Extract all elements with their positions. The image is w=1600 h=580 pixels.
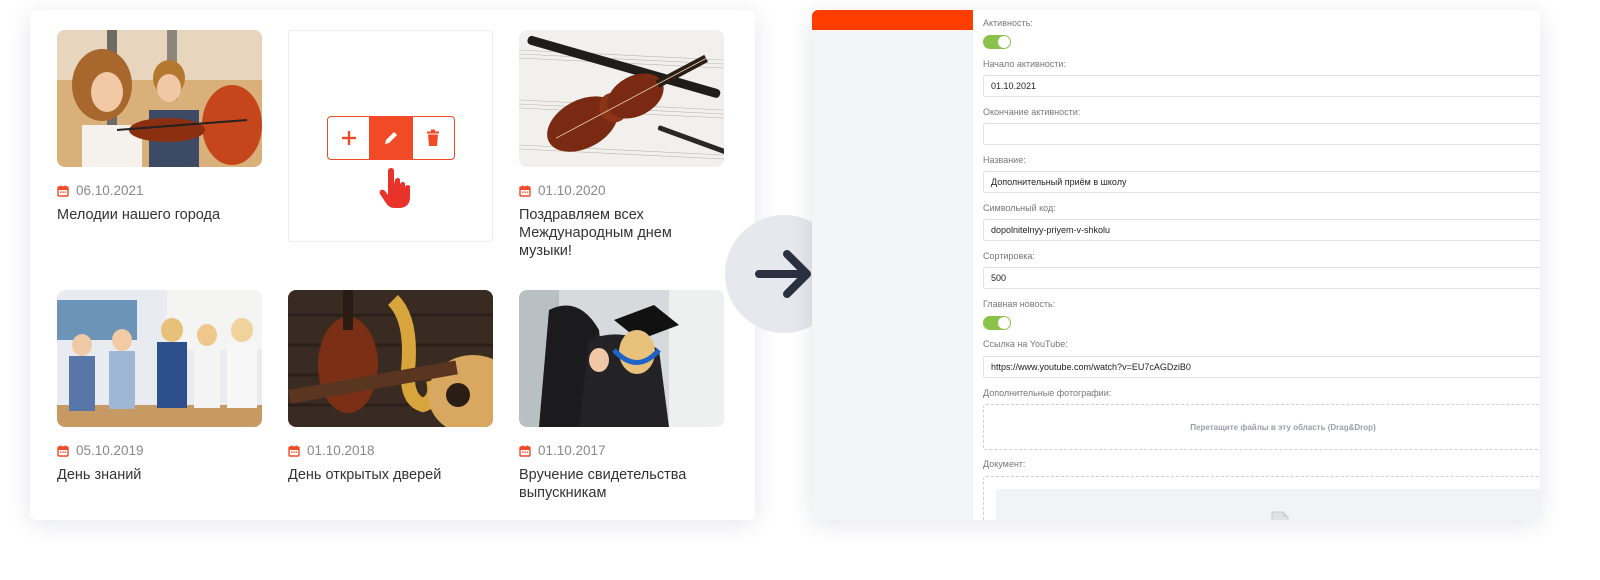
calendar-icon	[519, 185, 531, 197]
news-card[interactable]: 05.10.2019 День знаний	[57, 290, 262, 484]
file-icon	[1271, 511, 1289, 520]
youtube-field[interactable]: https://www.youtube.com/watch?v=EU7cAGDz…	[983, 356, 1540, 378]
admin-edit-panel: Активность: Начало активности: 01.10.202…	[812, 10, 1540, 520]
end-date-label: Окончание активности:	[983, 107, 1081, 117]
document-preview	[996, 489, 1540, 520]
news-grid-card: 06.10.2021 Мелодии нашего города 01.10.2…	[30, 10, 755, 520]
document-dropzone[interactable]	[983, 476, 1540, 520]
document-label: Документ:	[983, 459, 1026, 469]
news-action-toolbar	[327, 116, 455, 160]
code-label: Символьный код:	[983, 203, 1056, 213]
dropzone-text: Перетащите файлы в эту область (Drag&Dro…	[1190, 422, 1376, 432]
news-date-text: 01.10.2020	[538, 183, 606, 198]
news-thumbnail-schoolchildren[interactable]	[57, 290, 262, 427]
admin-sidebar	[812, 10, 973, 520]
calendar-icon	[519, 445, 531, 457]
start-date-field[interactable]: 01.10.2021	[983, 75, 1540, 97]
add-news-button[interactable]	[328, 117, 369, 159]
news-thumbnail-children-violin[interactable]	[57, 30, 262, 167]
news-card[interactable]: 01.10.2020 Поздравляем всех Международны…	[519, 30, 724, 260]
news-title[interactable]: Вручение свидетельства выпускникам	[519, 466, 724, 502]
photos-label: Дополнительные фотографии:	[983, 388, 1112, 398]
news-card-edit-mode[interactable]	[288, 30, 493, 242]
news-date-text: 01.10.2018	[307, 443, 375, 458]
youtube-label: Ссылка на YouTube:	[983, 339, 1068, 349]
news-title[interactable]: День знаний	[57, 466, 262, 484]
plus-icon	[341, 131, 356, 145]
news-date: 05.10.2019	[57, 443, 262, 458]
news-thumbnail-violin-oboe[interactable]	[519, 30, 724, 167]
code-field[interactable]: dopolnitelnyy-priyem-v-shkolu	[983, 219, 1540, 241]
start-date-label: Начало активности:	[983, 59, 1066, 69]
news-date: 06.10.2021	[57, 183, 262, 198]
name-label: Название:	[983, 155, 1026, 165]
news-title[interactable]: Мелодии нашего города	[57, 206, 262, 224]
news-card[interactable]: 01.10.2018 День открытых дверей	[288, 290, 493, 484]
calendar-icon	[288, 445, 300, 457]
sort-label: Сортировка:	[983, 251, 1035, 261]
news-title[interactable]: День открытых дверей	[288, 466, 493, 484]
main-news-label: Главная новость:	[983, 299, 1056, 309]
activity-toggle[interactable]	[983, 35, 1011, 49]
news-date: 01.10.2018	[288, 443, 493, 458]
delete-news-button[interactable]	[411, 117, 454, 159]
news-thumbnail-graduates[interactable]	[519, 290, 724, 427]
news-title[interactable]: Поздравляем всех Международным днем музы…	[519, 206, 724, 260]
activity-label: Активность:	[983, 18, 1033, 28]
news-edit-form: Активность: Начало активности: 01.10.202…	[983, 10, 1540, 520]
sidebar-accent-bar	[812, 10, 973, 30]
calendar-icon	[57, 185, 69, 197]
news-card[interactable]: 06.10.2021 Мелодии нашего города	[57, 30, 262, 224]
sort-field[interactable]: 500	[983, 267, 1540, 289]
news-date-text: 05.10.2019	[76, 443, 144, 458]
hand-cursor-icon	[379, 168, 410, 208]
news-date: 01.10.2017	[519, 443, 724, 458]
news-date-text: 01.10.2017	[538, 443, 606, 458]
arrow-right-icon	[755, 250, 811, 298]
photos-dropzone[interactable]: Перетащите файлы в эту область (Drag&Dro…	[983, 404, 1540, 450]
end-date-field[interactable]	[983, 123, 1540, 145]
news-thumbnail-instruments[interactable]	[288, 290, 493, 427]
news-card[interactable]: 01.10.2017 Вручение свидетельства выпуск…	[519, 290, 724, 502]
news-date: 01.10.2020	[519, 183, 724, 198]
calendar-icon	[57, 445, 69, 457]
trash-icon	[427, 129, 440, 146]
edit-news-button[interactable]	[369, 117, 412, 159]
name-field[interactable]: Дополнительный приём в школу	[983, 171, 1540, 193]
main-news-toggle[interactable]	[983, 316, 1011, 330]
news-date-text: 06.10.2021	[76, 183, 144, 198]
pencil-icon	[384, 130, 399, 144]
